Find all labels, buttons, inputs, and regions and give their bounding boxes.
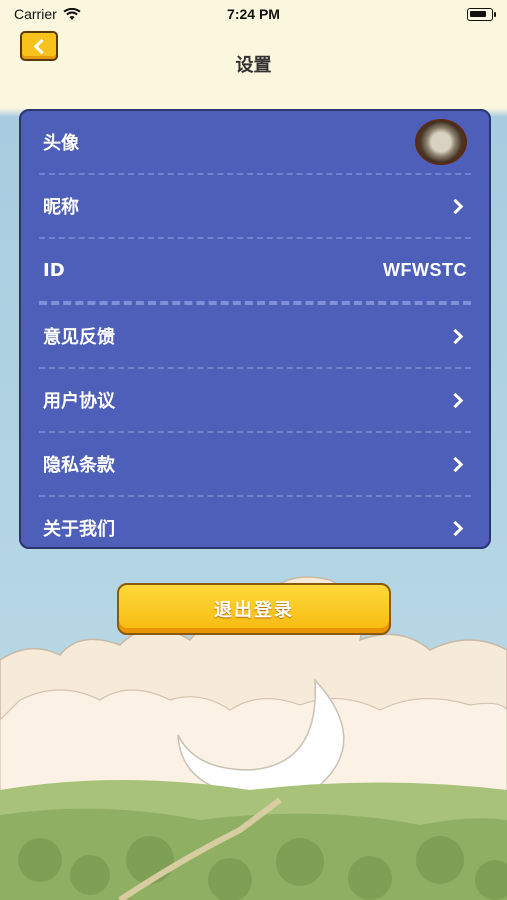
status-time: 7:24 PM: [227, 6, 280, 22]
row-about[interactable]: 关于我们: [39, 497, 471, 559]
id-value: WFWSTC: [383, 259, 467, 280]
status-left: Carrier: [14, 6, 81, 22]
row-user-agreement[interactable]: 用户协议: [39, 369, 471, 431]
wifi-icon: [63, 7, 81, 20]
logout-label: 退出登录: [214, 600, 294, 621]
carrier-label: Carrier: [14, 6, 57, 22]
row-label: 头像: [43, 133, 79, 154]
row-label: 意见反馈: [43, 327, 115, 348]
row-label: 昵称: [43, 197, 79, 218]
nav-bar: 设置: [0, 28, 507, 100]
row-label: 用户协议: [43, 391, 115, 412]
chevron-right-icon: [447, 456, 464, 472]
chevron-right-icon: [447, 520, 464, 536]
row-privacy[interactable]: 隐私条款: [39, 433, 471, 495]
row-id: ID WFWSTC: [39, 239, 471, 301]
row-feedback[interactable]: 意见反馈: [39, 305, 471, 367]
row-nickname[interactable]: 昵称: [39, 175, 471, 237]
avatar[interactable]: [415, 119, 467, 165]
chevron-right-icon: [447, 198, 464, 214]
settings-panel: 头像 昵称 ID WFWSTC 意见反馈 用户协议 隐私条款 关于我们: [19, 109, 491, 549]
chevron-right-icon: [447, 392, 464, 408]
page-title: 设置: [235, 55, 272, 76]
row-avatar[interactable]: 头像: [39, 111, 471, 173]
status-bar: Carrier 7:24 PM: [0, 0, 507, 28]
battery-icon: [467, 7, 496, 21]
row-label: 隐私条款: [43, 455, 115, 476]
row-label: 关于我们: [43, 519, 115, 540]
row-label: ID: [43, 259, 65, 281]
logout-button[interactable]: 退出登录: [117, 583, 391, 635]
chevron-right-icon: [447, 328, 464, 344]
